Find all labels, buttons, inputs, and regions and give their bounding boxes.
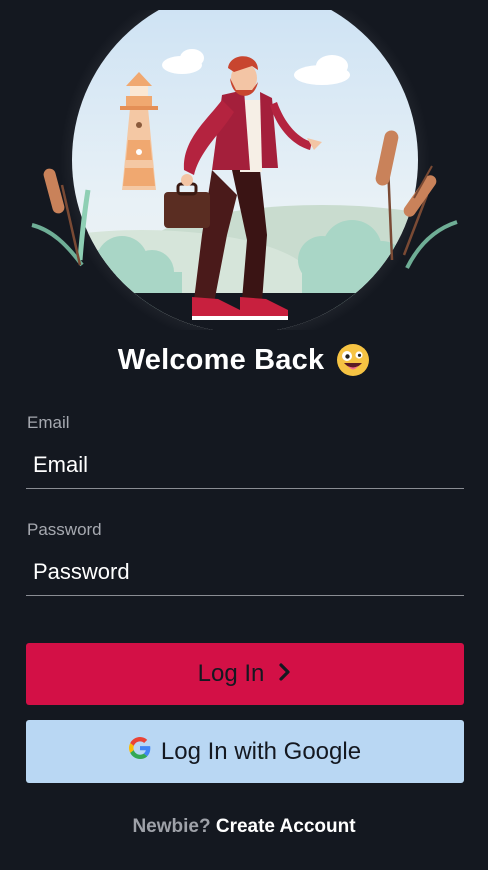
email-label: Email bbox=[27, 413, 70, 432]
google-login-button[interactable]: Log In with Google bbox=[26, 720, 464, 783]
hero-illustration bbox=[31, 10, 458, 330]
create-account-link[interactable]: Create Account bbox=[216, 816, 356, 837]
password-label: Password bbox=[27, 520, 102, 539]
chevron-right-icon bbox=[278, 660, 292, 688]
google-button-label: Log In with Google bbox=[160, 737, 362, 765]
title-row: Welcome Back bbox=[0, 338, 488, 382]
signup-prompt: Newbie? Create Account bbox=[0, 816, 488, 838]
password-input[interactable] bbox=[26, 548, 464, 596]
page-title: Welcome Back bbox=[117, 343, 325, 376]
newbie-text: Newbie? bbox=[132, 816, 211, 837]
login-button[interactable]: Log In bbox=[26, 643, 464, 705]
google-icon bbox=[128, 737, 151, 766]
zany-face-icon bbox=[336, 343, 370, 377]
email-input[interactable] bbox=[26, 441, 464, 489]
login-button-label: Log In bbox=[197, 660, 265, 687]
